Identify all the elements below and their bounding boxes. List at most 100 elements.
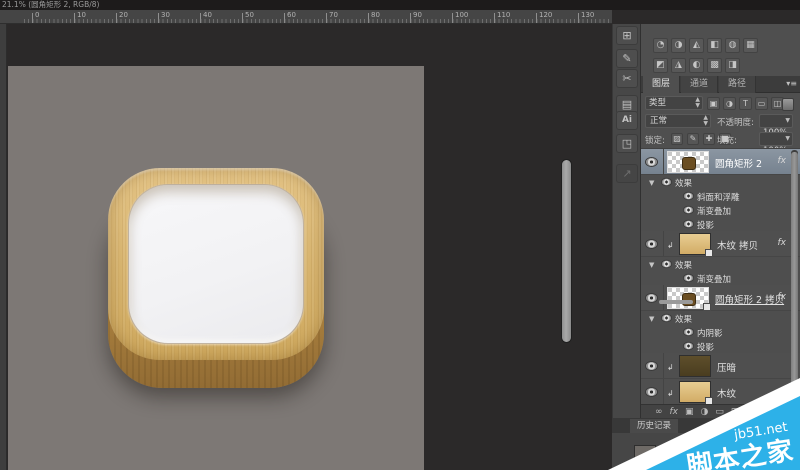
filter-type-layers-icon[interactable]: T <box>739 97 752 110</box>
fx-badge[interactable]: fx <box>778 156 787 166</box>
effects-header-row[interactable]: ▼效果 <box>641 175 800 189</box>
blend-mode-dropdown[interactable]: ▲▼ 正常 <box>645 114 711 128</box>
add-mask-icon[interactable]: ▣ <box>685 406 694 418</box>
new-adjustment-layer-icon[interactable]: ◑ <box>701 406 709 418</box>
layer-name[interactable]: 圆角矩形 2 拷贝 <box>715 292 784 306</box>
visibility-eye-icon[interactable] <box>662 179 671 186</box>
filter-shape-layers-icon[interactable]: ▭ <box>755 97 768 110</box>
document-scrollbar[interactable] <box>562 160 571 342</box>
fx-badge[interactable]: fx <box>778 292 787 302</box>
effects-label: 效果 <box>675 259 692 271</box>
effect-item-row[interactable]: 斜面和浮雕 <box>641 189 800 203</box>
invert-adjustment-icon[interactable]: ◩ <box>653 58 668 73</box>
tab-layers[interactable]: 图层 <box>643 76 680 93</box>
vibrance-adjustment-icon[interactable]: ◔ <box>653 38 668 53</box>
effect-item-row[interactable]: 投影 <box>641 339 800 353</box>
layer-name[interactable]: 圆角矩形 2 <box>715 156 762 170</box>
layer-row[interactable]: 圆角矩形 2 拷贝fx▲ <box>641 285 800 311</box>
posterize-adjustment-icon[interactable]: ◮ <box>671 58 686 73</box>
layer-name[interactable]: 压暗 <box>717 360 736 374</box>
layers-scrollbar[interactable] <box>791 150 798 402</box>
threshold-adjustment-icon[interactable]: ◐ <box>689 58 704 73</box>
effects-header-row[interactable]: ▼效果 <box>641 311 800 325</box>
lock-position-icon[interactable]: ✚ <box>703 133 715 145</box>
filter-adjustment-layers-icon[interactable]: ◑ <box>723 97 736 110</box>
effect-item-row[interactable]: 渐变叠加 <box>641 271 800 285</box>
opacity-dropdown[interactable]: ▼ 100% <box>759 114 793 128</box>
visibility-eye-icon[interactable] <box>684 221 693 228</box>
black-white-adjustment-icon[interactable]: ◧ <box>707 38 722 53</box>
visibility-eye-icon[interactable] <box>662 315 671 322</box>
layer-name[interactable]: 木纹 拷贝 <box>717 238 758 252</box>
visibility-eye-icon[interactable] <box>646 388 657 396</box>
tab-channels[interactable]: 通道 <box>681 76 718 93</box>
horizontal-ruler[interactable]: 0102030405060708090100110120130 <box>0 10 612 24</box>
layer-style-icon[interactable]: fx <box>670 406 679 418</box>
layer-thumbnail[interactable] <box>667 287 709 309</box>
ruler-tick-label: 120 <box>539 11 552 19</box>
tab-history[interactable]: 历史记录 <box>630 419 678 433</box>
effects-caret-icon[interactable]: ▼ <box>649 315 654 323</box>
layers-panel-group: ◔◑◭◧◍▦ ◩◮◐▩◨ ▾≡ 图层通道路径 ▲▼ 类型 ▣◑T▭◫ ▲▼ 正常… <box>640 24 800 418</box>
filter-kind-dropdown[interactable]: ▲▼ 类型 <box>645 96 703 110</box>
layer-row[interactable]: ↲木纹 拷贝fx▲ <box>641 231 800 257</box>
shape-preview <box>682 157 696 170</box>
color-balance-adjustment-icon[interactable]: ◭ <box>689 38 704 53</box>
wood-icon-face <box>108 168 324 360</box>
effect-item-row[interactable]: 内阴影 <box>641 325 800 339</box>
gradient-map-adjustment-icon[interactable]: ▩ <box>707 58 722 73</box>
photo-filter-adjustment-icon[interactable]: ◍ <box>725 38 740 53</box>
visibility-eye-icon[interactable] <box>684 207 693 214</box>
icon-white-inner-panel <box>128 184 304 344</box>
fx-badge[interactable]: fx <box>778 238 787 248</box>
eye-column-divider <box>663 149 664 174</box>
visibility-eye-icon[interactable] <box>662 261 671 268</box>
layer-thumbnail[interactable] <box>667 151 709 173</box>
layer-name[interactable]: 木纹 <box>717 386 736 400</box>
effects-caret-icon[interactable]: ▼ <box>649 179 654 187</box>
3d-panel-icon[interactable]: ◳ <box>616 134 638 153</box>
visibility-eye-icon[interactable] <box>684 329 693 336</box>
canvas-artboard[interactable] <box>8 66 424 470</box>
ruler-tick-label: 130 <box>581 11 594 19</box>
selective-color-adjustment-icon[interactable]: ◨ <box>725 58 740 73</box>
visibility-eye-icon[interactable] <box>646 294 657 302</box>
layer-thumbnail[interactable] <box>679 233 711 255</box>
layers-hscroll-thumb[interactable] <box>659 300 693 304</box>
effects-header-row[interactable]: ▼ 效果 <box>641 257 800 271</box>
visibility-eye-icon[interactable] <box>646 158 657 166</box>
panel-menu-icon[interactable]: ▾≡ <box>786 79 797 88</box>
layer-row[interactable]: 圆角矩形 2fx▲ <box>641 149 800 175</box>
link-layers-icon[interactable]: ∞ <box>655 406 663 418</box>
lock-transparency-icon[interactable]: ▨ <box>671 133 683 145</box>
tab-paths[interactable]: 路径 <box>719 76 756 93</box>
visibility-eye-icon[interactable] <box>684 275 693 282</box>
layer-thumbnail[interactable] <box>679 355 711 377</box>
effect-item-row[interactable]: 渐变叠加 <box>641 203 800 217</box>
panels-group-icon[interactable]: ⊞ <box>616 26 638 45</box>
effects-caret-icon[interactable]: ▼ <box>649 261 654 269</box>
layer-row[interactable]: ↲压暗 <box>641 353 800 379</box>
ai-panel-icon[interactable]: Ai <box>616 111 638 130</box>
fill-dropdown[interactable]: ▼ 100% <box>759 132 793 146</box>
effect-item-row[interactable]: 投影 <box>641 217 800 231</box>
ruler-tick-line <box>410 13 411 23</box>
layer-thumbnail[interactable] <box>679 381 711 403</box>
filter-toggle-switch[interactable] <box>782 98 794 111</box>
tool-presets-panel-icon[interactable]: ✂ <box>616 69 638 88</box>
ruler-tick-label: 110 <box>497 11 510 19</box>
ruler-tick-label: 100 <box>455 11 468 19</box>
share-panel-icon[interactable]: ↗ <box>616 164 638 183</box>
brush-panel-icon[interactable]: ✎ <box>616 49 638 68</box>
layers-scrollbar-thumb[interactable] <box>791 152 798 402</box>
visibility-eye-icon[interactable] <box>646 240 657 248</box>
vertical-ruler[interactable] <box>0 24 7 470</box>
eye-column-divider <box>663 285 664 310</box>
channel-mixer-adjustment-icon[interactable]: ▦ <box>743 38 758 53</box>
visibility-eye-icon[interactable] <box>684 193 693 200</box>
hue-saturation-adjustment-icon[interactable]: ◑ <box>671 38 686 53</box>
visibility-eye-icon[interactable] <box>684 343 693 350</box>
lock-image-icon[interactable]: ✎ <box>687 133 699 145</box>
filter-pixel-layers-icon[interactable]: ▣ <box>707 97 720 110</box>
visibility-eye-icon[interactable] <box>646 362 657 370</box>
